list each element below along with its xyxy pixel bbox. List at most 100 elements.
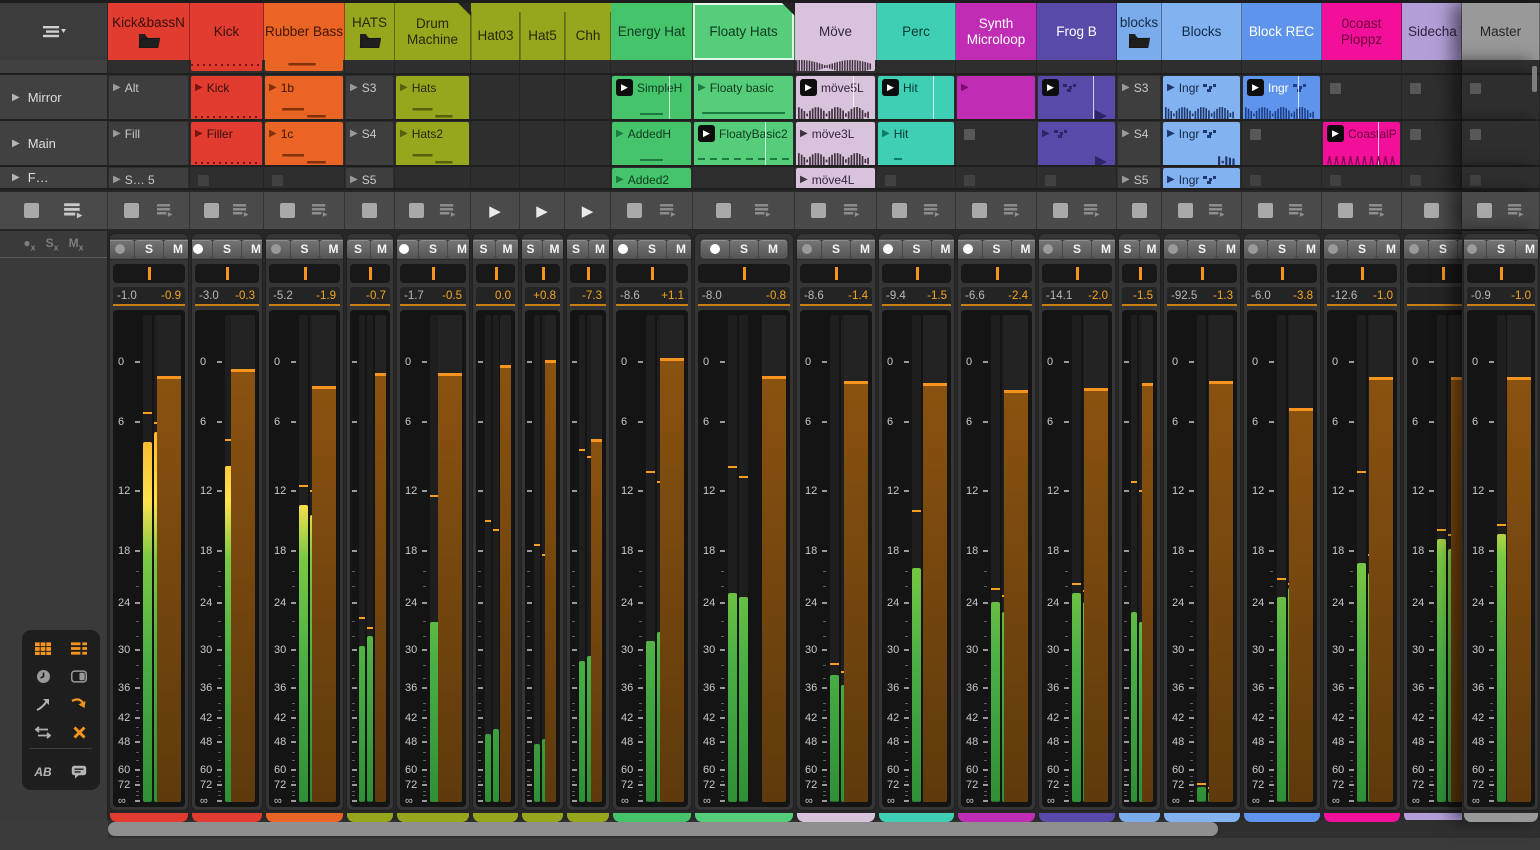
clip-Floaty basic[interactable]: ▶Floaty basic: [694, 76, 793, 121]
track-header-cell[interactable]: Master: [1462, 3, 1540, 60]
clip-launch-arrow[interactable]: ▶: [195, 82, 203, 93]
record-arm-button[interactable]: [1403, 240, 1428, 258]
record-arm-button[interactable]: [612, 240, 637, 258]
stop-track-button[interactable]: [627, 203, 642, 218]
track-header-cell[interactable]: Synth Microloop: [956, 3, 1037, 60]
fader-value[interactable]: -0.5: [442, 290, 462, 302]
scene-cell[interactable]: ▶Mirror: [0, 75, 108, 121]
track-header-15[interactable]: Blocks: [1162, 3, 1242, 60]
clip-Ingr[interactable]: ▶Ingr: [1163, 76, 1240, 121]
clip-cell[interactable]: [1242, 121, 1322, 167]
clip-1b[interactable]: ▶1b: [265, 76, 343, 121]
clip-cell[interactable]: [1322, 60, 1402, 75]
clip-cell[interactable]: ▶SimpleH: [611, 75, 693, 121]
clip-play-button[interactable]: ▶: [1247, 79, 1264, 96]
mute-button[interactable]: M: [1516, 240, 1539, 258]
clip-cell[interactable]: [1322, 167, 1402, 190]
clip-cell[interactable]: [877, 167, 956, 190]
clip-cell[interactable]: ▶Hats2: [395, 121, 471, 167]
volume-fader[interactable]: [231, 315, 255, 802]
solo-button[interactable]: S: [566, 240, 588, 258]
clip-cell[interactable]: [395, 167, 471, 190]
clip-cell[interactable]: [1162, 60, 1242, 75]
track-header-cell[interactable]: Block REC: [1242, 3, 1322, 60]
clip-cell[interactable]: ▶S3: [1117, 75, 1162, 121]
stop-all-clips-button[interactable]: [24, 203, 39, 218]
mute-button[interactable]: M: [851, 240, 876, 258]
volume-fader[interactable]: [1369, 315, 1393, 802]
scene-menu-corner[interactable]: [0, 3, 108, 60]
clip-Hit[interactable]: ▶Hit: [878, 76, 954, 121]
clip-Kick[interactable]: ▶Kick: [191, 76, 262, 121]
peak-value[interactable]: -6.6: [965, 290, 985, 302]
clip-play-button[interactable]: ▶: [1327, 125, 1344, 142]
clip-cell[interactable]: [108, 60, 190, 75]
clip-S5[interactable]: ▶S5: [346, 168, 393, 190]
scene-cell[interactable]: ▶F…: [0, 167, 108, 190]
clip-cell[interactable]: [520, 167, 565, 190]
scene-play-arrow[interactable]: ▶: [12, 92, 20, 103]
record-arm-button[interactable]: [396, 240, 418, 258]
clip-launch-arrow[interactable]: ▶: [400, 82, 408, 93]
clip-launch-arrow[interactable]: ▶: [882, 128, 890, 139]
volume-fader[interactable]: [591, 315, 602, 802]
clip-cell[interactable]: [520, 60, 565, 75]
track-header-8[interactable]: Energy Hat: [611, 3, 693, 60]
clip-play-button[interactable]: ▶: [882, 79, 899, 96]
clip-vscrollbar[interactable]: [1532, 66, 1537, 92]
clip-launch-arrow[interactable]: ▶: [961, 82, 969, 93]
record-arm-button[interactable]: [1163, 240, 1187, 258]
clip-cell[interactable]: [471, 167, 520, 190]
clip-CoastalP[interactable]: ▶CoastalP: [1323, 122, 1400, 167]
pan-control[interactable]: [269, 264, 340, 283]
clock-icon[interactable]: [35, 668, 51, 684]
pan-control[interactable]: [1167, 264, 1237, 283]
track-header-cell[interactable]: Hat03: [471, 3, 520, 60]
peak-value[interactable]: -14.1: [1046, 290, 1072, 302]
clip-Ingr[interactable]: ▶Ingr: [1163, 122, 1240, 167]
peak-value[interactable]: -8.6: [804, 290, 824, 302]
clip-cell[interactable]: ▶: [1037, 75, 1117, 121]
clip-launch-arrow[interactable]: ▶: [800, 174, 808, 185]
close-x-icon[interactable]: [71, 724, 87, 740]
peak-value[interactable]: -8.0: [702, 290, 722, 302]
volume-fader[interactable]: [1507, 315, 1531, 802]
solo-button[interactable]: S: [1188, 240, 1216, 258]
clip-1c[interactable]: ▶1c: [265, 122, 343, 167]
clip-launch-arrow[interactable]: ▶: [195, 128, 203, 139]
track-header-9[interactable]: Floaty Hats: [693, 3, 795, 60]
clip-cell[interactable]: ▶Filler: [190, 121, 264, 167]
track-header-14[interactable]: blocks: [1117, 3, 1162, 60]
pan-control[interactable]: [882, 264, 951, 283]
clip-cell[interactable]: ▶1b: [264, 75, 345, 121]
pan-control[interactable]: [1247, 264, 1317, 283]
empty-clip-slot[interactable]: [1330, 175, 1341, 186]
pan-control[interactable]: [698, 264, 790, 283]
mute-button[interactable]: M: [496, 240, 519, 258]
peak-value[interactable]: -92.5: [1171, 290, 1197, 302]
list-view-icon[interactable]: [71, 640, 87, 656]
mute-button[interactable]: M: [1297, 240, 1321, 258]
empty-clip-slot[interactable]: [1410, 129, 1421, 140]
solo-button[interactable]: S: [135, 240, 163, 258]
fader-value[interactable]: -3.8: [1293, 290, 1313, 302]
clip-cell[interactable]: [190, 60, 264, 75]
fader-value[interactable]: -1.0: [1373, 290, 1393, 302]
clip-cell[interactable]: [345, 60, 395, 75]
clip-cell[interactable]: ▶FloatyBasic2: [693, 121, 795, 167]
clip-S5[interactable]: ▶S5: [1118, 168, 1160, 190]
arrow-up-right-icon[interactable]: [35, 696, 51, 712]
redo-curve-icon[interactable]: [71, 696, 87, 712]
fader-value[interactable]: -1.0: [1511, 290, 1531, 302]
clip-launch-arrow[interactable]: ▶: [616, 128, 624, 139]
stop-track-scenes-icon[interactable]: [754, 203, 771, 217]
clip-launch-arrow[interactable]: ▶: [1122, 128, 1130, 139]
empty-clip-slot[interactable]: [1250, 129, 1261, 140]
track-header-10[interactable]: Möve: [795, 3, 877, 60]
clip-Filler[interactable]: ▶Filler: [191, 122, 262, 167]
solo-button[interactable]: S: [213, 240, 241, 258]
stop-track-scenes-icon[interactable]: [1368, 203, 1385, 217]
empty-clip-slot[interactable]: [1045, 175, 1056, 186]
pan-control[interactable]: [525, 264, 560, 283]
volume-fader[interactable]: [545, 315, 556, 802]
